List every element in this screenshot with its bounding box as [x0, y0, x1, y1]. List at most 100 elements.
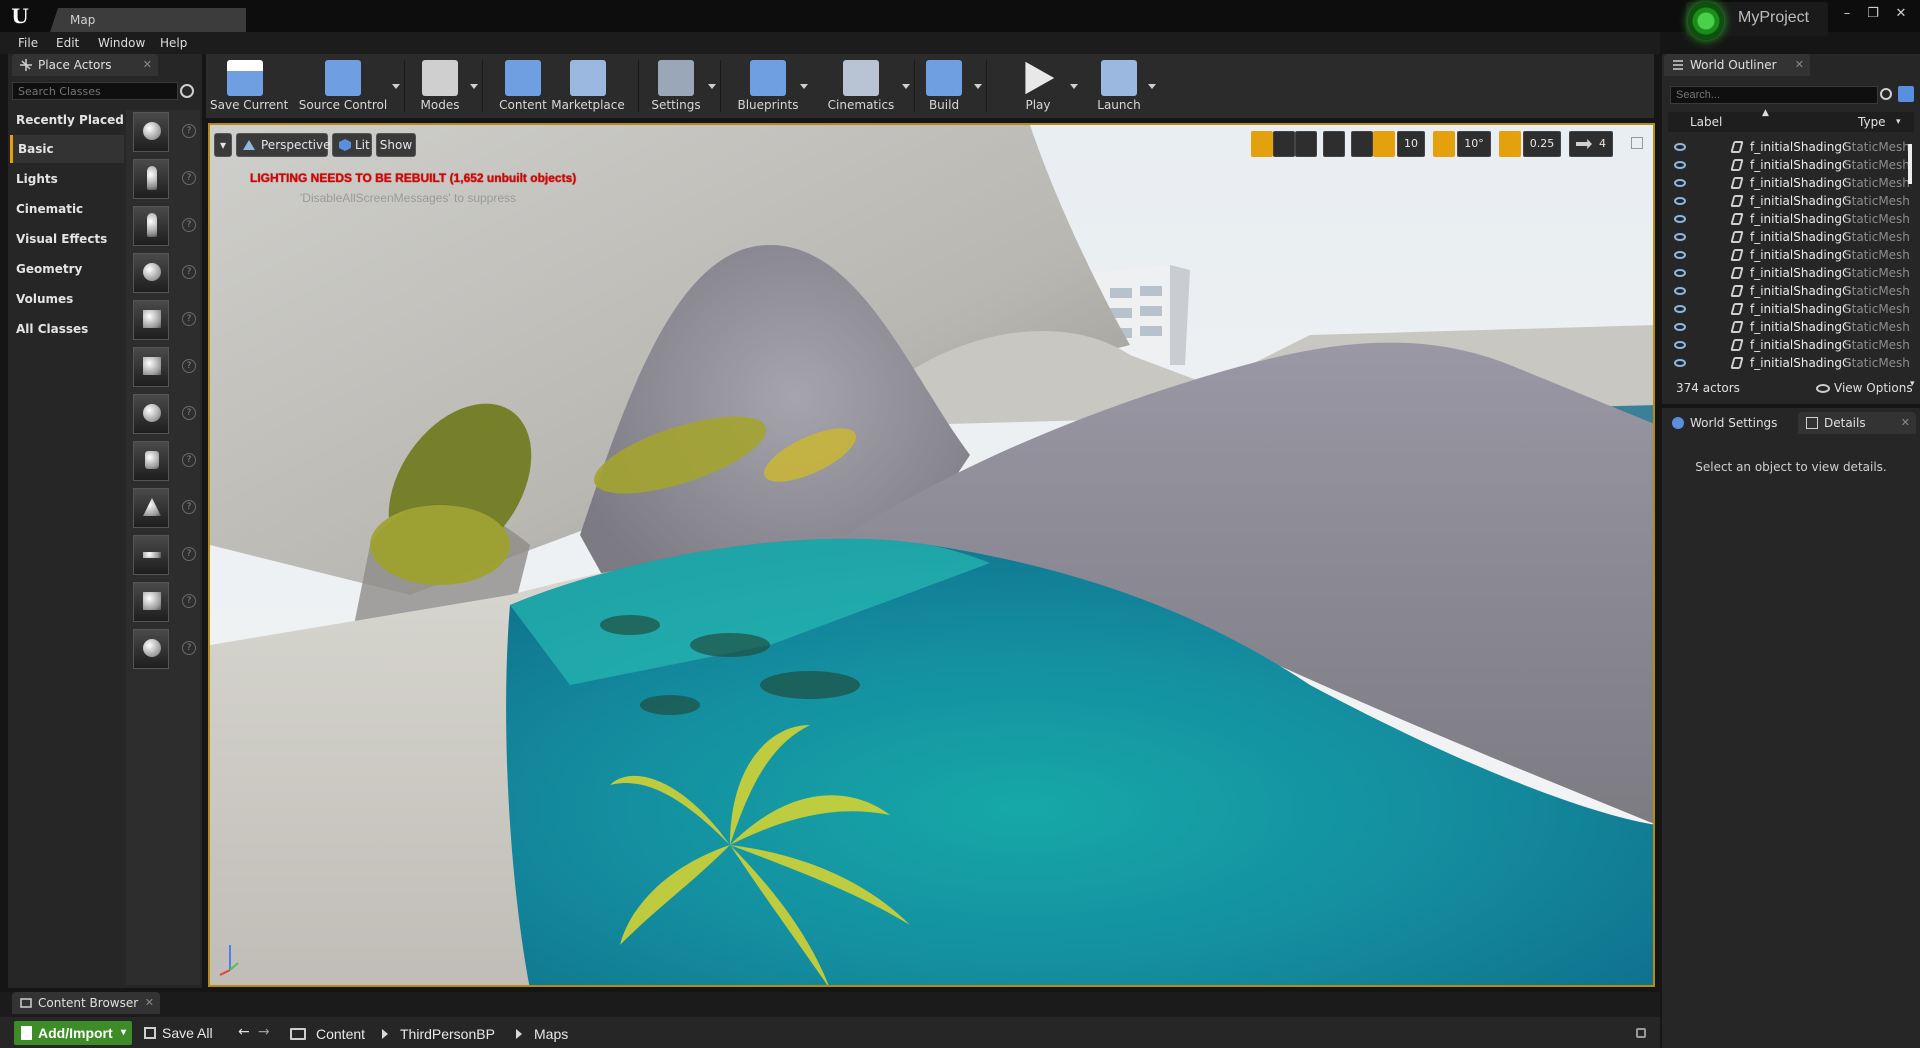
- launch-button[interactable]: Launch: [1088, 56, 1150, 116]
- grid-snap-value[interactable]: 10: [1397, 131, 1425, 157]
- lock-icon[interactable]: [1636, 1028, 1646, 1038]
- chevron-down-icon[interactable]: ▾: [1896, 117, 1901, 127]
- visibility-eye-icon[interactable]: [1674, 323, 1686, 331]
- visibility-eye-icon[interactable]: [1674, 269, 1686, 277]
- scale-snap-value[interactable]: 0.25: [1523, 131, 1561, 157]
- visibility-eye-icon[interactable]: [1674, 359, 1686, 367]
- actor-thumb-cylinder[interactable]: [133, 441, 169, 481]
- actor-thumb-sphere[interactable]: [133, 394, 169, 434]
- help-icon[interactable]: ?: [182, 453, 196, 467]
- scale-tool-icon[interactable]: [1295, 131, 1317, 157]
- category-lights[interactable]: Lights: [10, 165, 124, 193]
- category-basic[interactable]: Basic: [10, 135, 124, 163]
- outliner-row[interactable]: f_initialShadingG StaticMesh: [1668, 300, 1910, 318]
- visibility-eye-icon[interactable]: [1674, 197, 1686, 205]
- help-icon[interactable]: ?: [182, 124, 196, 138]
- content-button[interactable]: Content: [494, 56, 552, 116]
- maximize-viewport-icon[interactable]: [1631, 137, 1643, 149]
- rotation-snap-icon[interactable]: [1433, 131, 1455, 157]
- forward-arrow-icon[interactable]: →: [258, 1024, 270, 1040]
- actor-thumb-sphere[interactable]: [133, 112, 169, 152]
- restore-icon[interactable]: ❐: [1860, 6, 1886, 24]
- settings-button[interactable]: Settings: [642, 56, 710, 116]
- search-icon[interactable]: [180, 84, 194, 98]
- outliner-row[interactable]: f_initialShadingG StaticMesh: [1668, 282, 1910, 300]
- chevron-down-icon[interactable]: [902, 84, 910, 89]
- actor-thumb-cone[interactable]: [133, 488, 169, 528]
- category-visual-effects[interactable]: Visual Effects: [10, 225, 124, 253]
- outliner-row[interactable]: f_initialShadingG StaticMesh: [1668, 156, 1910, 174]
- document-tab-map[interactable]: Map: [50, 8, 246, 32]
- chevron-down-icon[interactable]: [470, 84, 478, 89]
- menu-help[interactable]: Help: [160, 36, 187, 50]
- breadcrumb-thirdpersonbp[interactable]: ThirdPersonBP: [400, 1026, 495, 1042]
- menu-window[interactable]: Window: [98, 36, 145, 50]
- close-icon[interactable]: ✕: [1888, 6, 1914, 24]
- modes-button[interactable]: Modes: [408, 56, 472, 116]
- visibility-eye-icon[interactable]: [1674, 251, 1686, 259]
- help-icon[interactable]: ?: [182, 547, 196, 561]
- column-type[interactable]: Type: [1858, 115, 1886, 129]
- grid-snap-icon[interactable]: [1373, 131, 1395, 157]
- chevron-down-icon[interactable]: [1148, 84, 1156, 89]
- help-icon[interactable]: ?: [182, 594, 196, 608]
- category-all-classes[interactable]: All Classes: [10, 315, 124, 343]
- show-button[interactable]: Show: [376, 133, 416, 157]
- rotate-tool-icon[interactable]: [1273, 131, 1295, 157]
- visibility-eye-icon[interactable]: [1674, 179, 1686, 187]
- blueprints-button[interactable]: Blueprints: [734, 56, 802, 116]
- add-import-button[interactable]: Add/Import ▾: [14, 1021, 132, 1045]
- menu-edit[interactable]: Edit: [56, 36, 79, 50]
- visibility-eye-icon[interactable]: [1674, 233, 1686, 241]
- save-current-button[interactable]: Save Current: [210, 56, 288, 116]
- build-button[interactable]: Build: [912, 56, 976, 116]
- visibility-eye-icon[interactable]: [1674, 305, 1686, 313]
- world-space-icon[interactable]: [1323, 131, 1345, 157]
- chevron-down-icon[interactable]: [392, 84, 400, 89]
- perspective-button[interactable]: Perspective: [236, 133, 331, 157]
- outliner-search-input[interactable]: [1670, 86, 1878, 104]
- visibility-eye-icon[interactable]: [1674, 161, 1686, 169]
- view-options-button[interactable]: View Options: [1834, 381, 1913, 395]
- help-icon[interactable]: ?: [182, 641, 196, 655]
- help-icon[interactable]: ?: [182, 312, 196, 326]
- surface-snap-icon[interactable]: [1351, 131, 1373, 157]
- outliner-row[interactable]: f_initialShadingG StaticMesh: [1668, 210, 1910, 228]
- outliner-row[interactable]: f_initialShadingG StaticMesh: [1668, 354, 1910, 372]
- category-volumes[interactable]: Volumes: [10, 285, 124, 313]
- marketplace-button[interactable]: Marketplace: [548, 56, 628, 116]
- help-icon[interactable]: ?: [182, 406, 196, 420]
- close-icon[interactable]: ✕: [145, 992, 154, 1014]
- outliner-row[interactable]: f_initialShadingG StaticMesh: [1668, 138, 1910, 156]
- visibility-eye-icon[interactable]: [1674, 215, 1686, 223]
- tab-place-actors[interactable]: Place Actors ✕: [12, 54, 158, 76]
- add-folder-icon[interactable]: [1898, 86, 1914, 102]
- outliner-row[interactable]: f_initialShadingG StaticMesh: [1668, 264, 1910, 282]
- cinematics-button[interactable]: Cinematics: [818, 56, 904, 116]
- actor-thumb-player-start[interactable]: [133, 206, 169, 246]
- back-arrow-icon[interactable]: ←: [238, 1024, 250, 1040]
- tab-world-outliner[interactable]: World Outliner ✕: [1664, 54, 1810, 76]
- play-button[interactable]: Play: [1004, 56, 1072, 116]
- help-icon[interactable]: ?: [182, 265, 196, 279]
- help-icon[interactable]: ?: [182, 218, 196, 232]
- close-icon[interactable]: ✕: [1795, 54, 1804, 76]
- source-control-button[interactable]: Source Control: [292, 56, 394, 116]
- actor-thumb-trigger[interactable]: [133, 300, 169, 340]
- outliner-row[interactable]: f_initialShadingG StaticMesh: [1668, 336, 1910, 354]
- rotation-snap-value[interactable]: 10°: [1457, 131, 1491, 157]
- chevron-down-icon[interactable]: [800, 84, 808, 89]
- tab-content-browser[interactable]: Content Browser ✕: [12, 992, 160, 1014]
- actor-thumb-plane[interactable]: [133, 535, 169, 575]
- visibility-eye-icon[interactable]: [1674, 143, 1686, 151]
- minimize-icon[interactable]: –: [1834, 6, 1860, 24]
- outliner-row[interactable]: f_initialShadingG StaticMesh: [1668, 246, 1910, 264]
- outliner-row[interactable]: f_initialShadingG StaticMesh: [1668, 228, 1910, 246]
- help-icon[interactable]: ?: [182, 171, 196, 185]
- menu-file[interactable]: File: [18, 36, 38, 50]
- level-viewport[interactable]: ▾ Perspective Lit Show LIGHTING NEEDS TO…: [208, 123, 1655, 987]
- breadcrumb-content[interactable]: Content: [316, 1026, 365, 1042]
- close-icon[interactable]: ✕: [1901, 412, 1910, 434]
- chevron-down-icon[interactable]: [1070, 84, 1078, 89]
- actor-thumb-box-trigger[interactable]: [133, 582, 169, 622]
